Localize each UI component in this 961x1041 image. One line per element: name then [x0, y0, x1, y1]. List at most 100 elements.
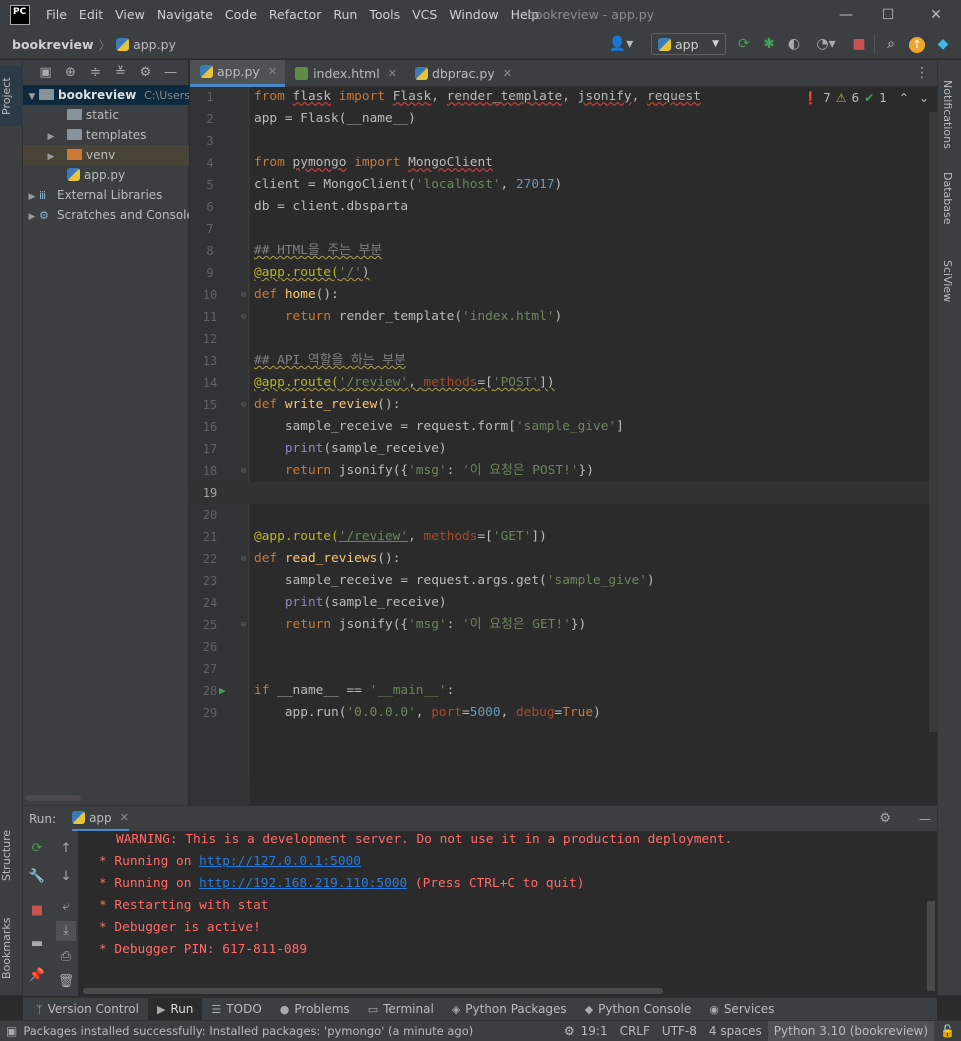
bookmarks-tool-tab[interactable]: Bookmarks: [0, 908, 23, 988]
locate-icon[interactable]: ⊕: [58, 65, 83, 80]
search-icon[interactable]: ⌕: [881, 34, 901, 54]
tool-version-control[interactable]: ᛘ Version Control: [27, 998, 148, 1021]
toolbox-icon[interactable]: ◆: [933, 34, 953, 54]
tree-item-venv[interactable]: ▶ venv: [23, 145, 189, 165]
tool-problems[interactable]: ● Problems: [271, 998, 359, 1021]
expand-arrow-icon[interactable]: ▶: [25, 187, 39, 205]
run-tab-app[interactable]: app ✕: [72, 806, 129, 831]
tool-python-console[interactable]: ◆ Python Console: [576, 998, 701, 1021]
layout-icon[interactable]: ▬: [27, 934, 47, 954]
settings-icon[interactable]: ⚙: [879, 811, 891, 826]
tool-python-packages[interactable]: ◈ Python Packages: [443, 998, 576, 1021]
coverage-icon[interactable]: ◐: [784, 34, 804, 54]
pin-icon[interactable]: 📌: [27, 966, 47, 986]
database-tool-tab[interactable]: Database: [941, 172, 954, 225]
tree-item-scratches[interactable]: ▶ ⚙ Scratches and Consoles: [23, 205, 189, 225]
user-account-icon[interactable]: 👤▾: [606, 34, 636, 54]
tab-dbprac-py[interactable]: dbprac.py ✕: [405, 60, 520, 87]
hide-icon[interactable]: —: [158, 65, 183, 80]
expand-arrow-icon[interactable]: ▶: [25, 207, 39, 225]
down-arrow-icon[interactable]: ↓: [56, 867, 76, 887]
tool-todo[interactable]: ☰ TODO: [202, 998, 270, 1021]
more-options-icon[interactable]: ⋮: [915, 65, 929, 81]
update-icon[interactable]: ↑: [907, 34, 927, 54]
close-tab-icon[interactable]: ✕: [120, 811, 129, 824]
file-encoding[interactable]: UTF-8: [656, 1024, 703, 1038]
maximize-button[interactable]: ☐: [865, 0, 911, 30]
structure-tool-tab[interactable]: Structure: [0, 820, 23, 890]
tool-terminal[interactable]: ▭ Terminal: [359, 998, 443, 1021]
indent-setting[interactable]: 4 spaces: [703, 1024, 768, 1038]
line-separator[interactable]: CRLF: [614, 1024, 656, 1038]
rerun-icon[interactable]: ⟳: [27, 839, 47, 859]
inspection-widget[interactable]: ❗ 7 ⚠ 6 ✔ 1 ⌃ ⌄: [798, 87, 929, 109]
settings-icon[interactable]: ⚙: [133, 65, 158, 80]
tool-run[interactable]: ▶ Run: [147, 997, 203, 1021]
debug-icon[interactable]: ✱: [759, 34, 779, 54]
minimize-button[interactable]: —: [823, 0, 869, 30]
print-icon[interactable]: ⎙: [56, 947, 76, 967]
lock-icon[interactable]: 🔓: [940, 1024, 955, 1038]
close-tab-icon[interactable]: ✕: [388, 67, 397, 80]
tool-services[interactable]: ◉ Services: [700, 998, 783, 1021]
tab-app-py[interactable]: app.py ✕: [190, 59, 286, 87]
tree-item-static[interactable]: static: [23, 105, 189, 125]
editor-scrollbar[interactable]: [929, 112, 937, 732]
menu-vcs[interactable]: VCS: [406, 0, 443, 30]
close-window-button[interactable]: ✕: [913, 0, 959, 30]
run-gutter-icon[interactable]: ▶: [219, 680, 226, 702]
project-horizontal-scrollbar[interactable]: [25, 795, 81, 801]
expand-arrow-icon[interactable]: ▶: [44, 127, 58, 145]
python-interpreter[interactable]: Python 3.10 (bookreview): [767, 1020, 935, 1041]
close-tab-icon[interactable]: ✕: [268, 65, 277, 78]
hide-panel-icon[interactable]: —: [919, 812, 931, 826]
sciview-tool-tab[interactable]: SciView: [941, 260, 954, 302]
menu-navigate[interactable]: Navigate: [151, 0, 219, 30]
code-editor[interactable]: 1 from flask import Flask, render_templat…: [190, 87, 937, 805]
breadcrumb-project[interactable]: bookreview: [12, 37, 94, 52]
profile-icon[interactable]: ◔▾: [809, 34, 843, 54]
menu-edit[interactable]: Edit: [73, 0, 109, 30]
expand-all-icon[interactable]: ≑: [83, 65, 108, 80]
run-horizontal-scrollbar[interactable]: [83, 988, 663, 994]
up-arrow-icon[interactable]: ↑: [56, 839, 76, 859]
menu-file[interactable]: File: [40, 0, 73, 30]
localhost-link[interactable]: http://127.0.0.1:5000: [199, 854, 361, 869]
status-message[interactable]: Packages installed successfully: Install…: [17, 1024, 479, 1038]
collapse-all-icon[interactable]: ≚: [108, 65, 133, 80]
notifications-tool-tab[interactable]: Notifications: [941, 80, 954, 149]
stop-icon[interactable]: ■: [849, 34, 869, 54]
tab-index-html[interactable]: index.html ✕: [285, 60, 405, 87]
stop-icon[interactable]: ■: [27, 901, 47, 921]
window-layout-icon[interactable]: ▣: [6, 1024, 17, 1038]
previous-highlight-icon[interactable]: ⌃: [899, 91, 909, 105]
git-status-icon[interactable]: ⚙: [564, 1024, 575, 1038]
breadcrumb-file[interactable]: app.py: [133, 37, 176, 52]
menu-window[interactable]: Window: [443, 0, 504, 30]
caret-position[interactable]: 19:1: [575, 1024, 614, 1038]
project-view-icon[interactable]: ▣: [33, 65, 58, 80]
rerun-icon[interactable]: ⟳: [734, 34, 754, 54]
project-tool-tab[interactable]: Project: [0, 66, 23, 126]
run-vertical-scrollbar[interactable]: [927, 901, 935, 991]
expand-arrow-icon[interactable]: ▶: [44, 147, 58, 165]
lan-link[interactable]: http://192.168.219.110:5000: [199, 876, 407, 891]
tree-item-templates[interactable]: ▶ templates: [23, 125, 189, 145]
menu-code[interactable]: Code: [219, 0, 263, 30]
next-highlight-icon[interactable]: ⌄: [919, 91, 929, 105]
menu-view[interactable]: View: [109, 0, 151, 30]
output-line-debugger-active: * Debugger is active!: [99, 920, 261, 935]
soft-wrap-icon[interactable]: ⤶: [56, 897, 76, 917]
close-tab-icon[interactable]: ✕: [503, 67, 512, 80]
menu-run[interactable]: Run: [327, 0, 363, 30]
tree-item-bookreview[interactable]: ▼ bookreview C:\Users\: [23, 85, 189, 105]
expand-arrow-icon[interactable]: ▼: [25, 87, 39, 105]
trash-icon[interactable]: 🗑: [56, 972, 76, 992]
tree-item-app-py[interactable]: app.py: [23, 165, 189, 185]
menu-tools[interactable]: Tools: [363, 0, 406, 30]
tree-item-external-libraries[interactable]: ▶ ⅲ External Libraries: [23, 185, 189, 205]
wrench-icon[interactable]: 🔧: [27, 867, 47, 887]
menu-refactor[interactable]: Refactor: [263, 0, 327, 30]
scroll-to-end-icon[interactable]: ⤓: [56, 921, 76, 941]
run-config-selector[interactable]: app ▼: [651, 33, 726, 55]
